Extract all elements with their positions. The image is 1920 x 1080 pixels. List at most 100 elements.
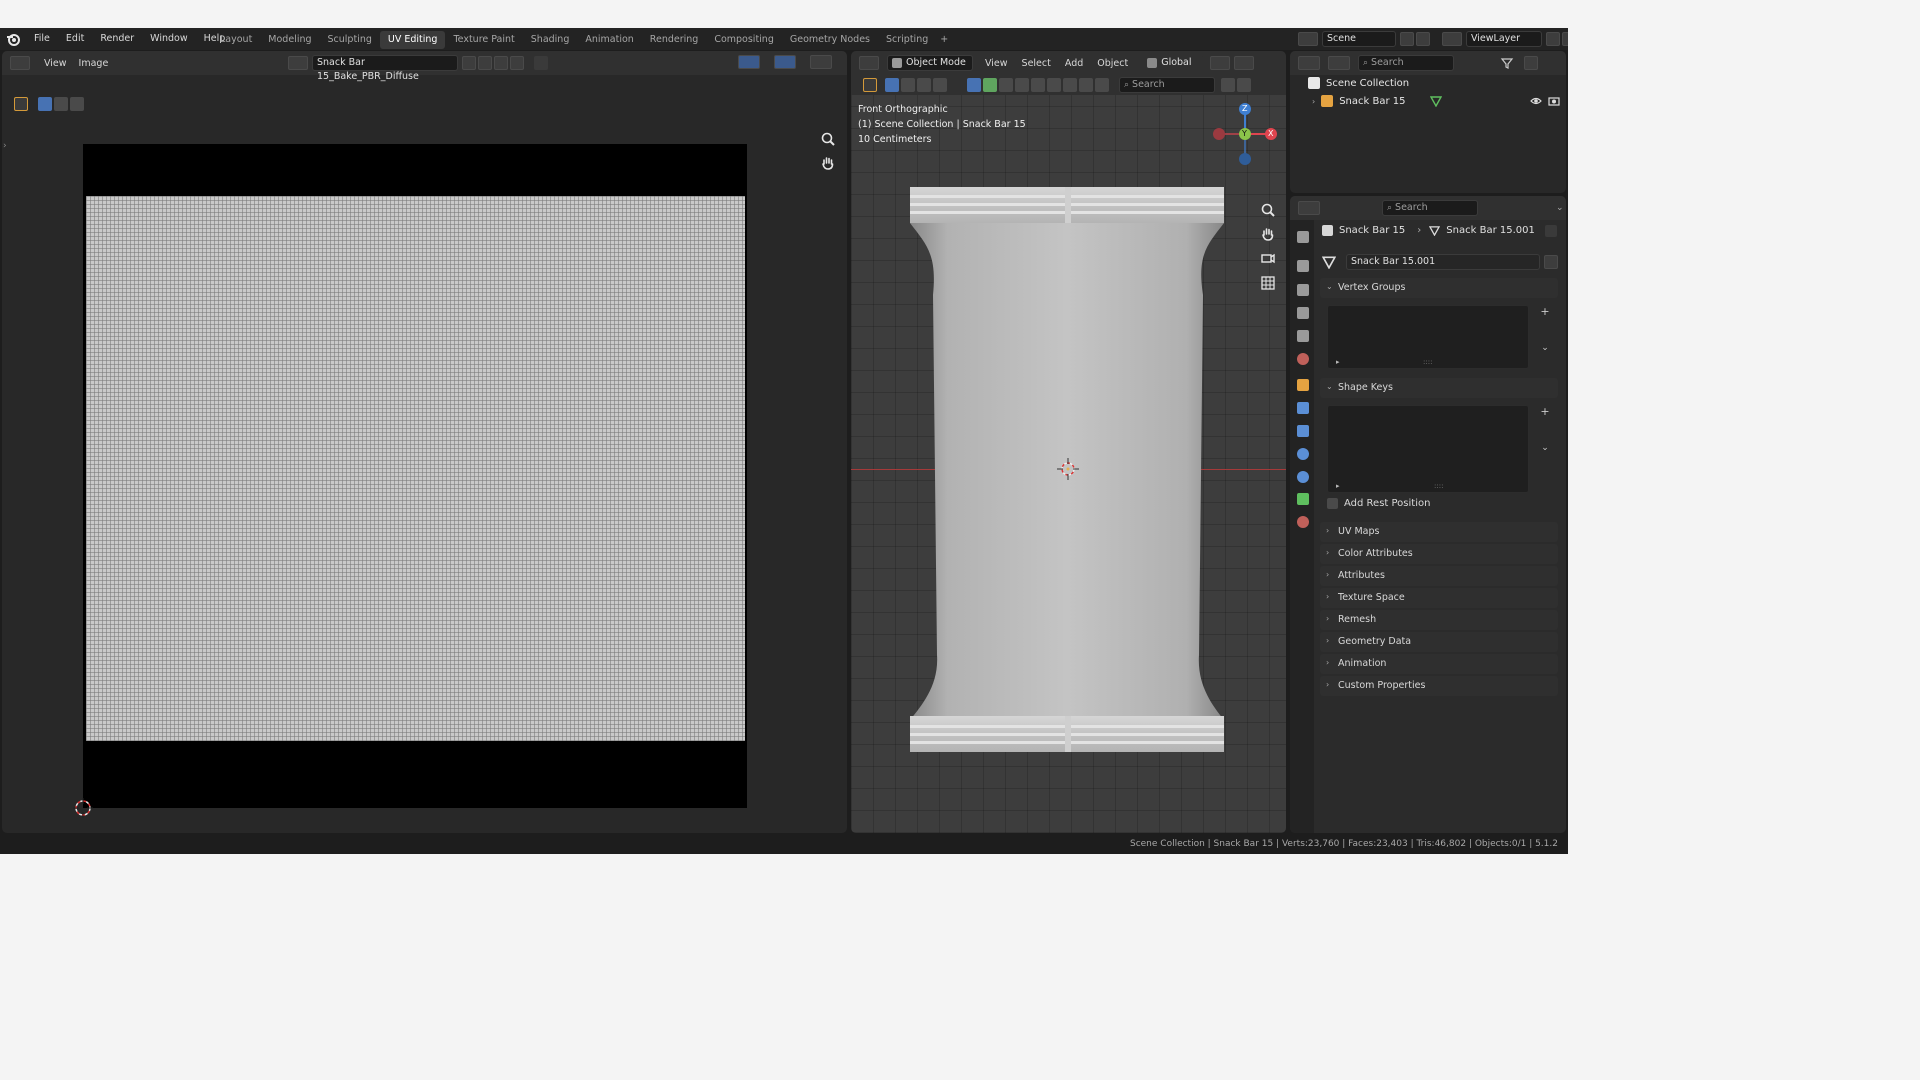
uv-menu-view[interactable]: View <box>44 58 67 69</box>
new-scene-icon[interactable] <box>1400 32 1414 46</box>
add-rest-position-row[interactable]: Add Rest Position <box>1327 498 1430 509</box>
panel-shape-keys[interactable]: ⌄ Shape Keys <box>1320 378 1558 398</box>
navigation-gizmo[interactable]: Z Y X <box>1213 99 1283 169</box>
delete-scene-icon[interactable] <box>1416 32 1430 46</box>
zoom-icon[interactable] <box>820 131 836 147</box>
2d-cursor-icon[interactable] <box>72 797 94 819</box>
fake-user-icon[interactable] <box>462 56 476 70</box>
mesh-data-icon[interactable] <box>1429 95 1442 108</box>
list-expand-icon[interactable]: ▸ <box>1336 358 1340 366</box>
constraints-tab-icon[interactable] <box>1297 471 1309 483</box>
viewport-menu-select[interactable]: Select <box>1022 58 1051 69</box>
xray-icon[interactable] <box>1063 78 1077 92</box>
select-mode-invert-icon[interactable] <box>933 78 947 92</box>
tab-uv-editing[interactable]: UV Editing <box>379 31 446 49</box>
image-browse-icon[interactable] <box>288 56 308 70</box>
gizmo-icon[interactable] <box>1079 78 1093 92</box>
new-image-icon[interactable] <box>478 56 492 70</box>
new-collection-icon[interactable] <box>1524 56 1538 70</box>
blender-logo-icon[interactable] <box>6 32 20 46</box>
viewport-menu-view[interactable]: View <box>985 58 1008 69</box>
shading-material-icon[interactable] <box>1015 78 1029 92</box>
panel-geometry-data[interactable]: › Geometry Data <box>1320 632 1558 652</box>
add-shape-key-button[interactable]: + <box>1538 405 1552 419</box>
panel-animation[interactable]: › Animation <box>1320 654 1558 674</box>
uv-mesh-grid[interactable] <box>86 196 745 741</box>
delete-view-layer-icon[interactable] <box>1562 32 1568 46</box>
panel-custom-properties[interactable]: › Custom Properties <box>1320 676 1558 696</box>
editor-type-icon[interactable] <box>1298 56 1320 70</box>
menu-window[interactable]: Window <box>142 28 195 50</box>
tab-rendering[interactable]: Rendering <box>642 31 707 49</box>
mesh-browse-icon[interactable] <box>1321 255 1342 270</box>
open-image-icon[interactable] <box>494 56 508 70</box>
shading-solid-icon[interactable] <box>983 78 997 92</box>
editor-type-icon[interactable] <box>10 56 30 70</box>
panel-uv-maps[interactable]: › UV Maps <box>1320 522 1558 542</box>
mesh-data-tab-icon[interactable] <box>1297 493 1309 505</box>
camera-render-icon[interactable] <box>1547 95 1560 107</box>
editor-type-icon[interactable] <box>1298 201 1320 215</box>
gizmo-toggle-icon[interactable] <box>738 55 760 69</box>
scene-icon[interactable] <box>1298 32 1318 46</box>
menu-file[interactable]: File <box>26 28 58 50</box>
select-tool-icon[interactable] <box>14 97 28 111</box>
shape-keys-list[interactable]: ▸ :::: <box>1327 405 1529 493</box>
scene-tab-icon[interactable] <box>1297 330 1309 342</box>
object-tab-icon[interactable] <box>1297 379 1309 391</box>
image-name-field[interactable]: Snack Bar 15_Bake_PBR_Diffuse <box>312 55 458 82</box>
camera-view-icon[interactable] <box>1260 250 1276 266</box>
material-tab-icon[interactable] <box>1297 516 1309 528</box>
filter-icon[interactable] <box>1221 78 1235 92</box>
viewport-option-icon[interactable] <box>1095 78 1109 92</box>
viewport-search-field[interactable]: ⌕ Search <box>1119 77 1215 93</box>
select-mode-extend-icon[interactable] <box>54 97 68 111</box>
shading-wire-icon[interactable] <box>999 78 1013 92</box>
vertex-groups-list[interactable]: ▸ :::: <box>1327 305 1529 369</box>
transform-orientation-dropdown[interactable]: Global <box>1142 55 1205 71</box>
outliner-scene-collection[interactable]: Scene Collection <box>1308 77 1409 89</box>
display-mode-icon[interactable] <box>1328 56 1350 70</box>
add-vertex-group-button[interactable]: + <box>1538 305 1552 319</box>
add-rest-position-checkbox[interactable] <box>1327 498 1338 509</box>
outliner-row-snack-bar[interactable]: › Snack Bar 15 <box>1312 93 1562 109</box>
object-mode-dropdown[interactable]: Object Mode <box>887 55 973 71</box>
viewport-pan-icon[interactable] <box>1260 226 1276 242</box>
shape-key-menu-icon[interactable]: ⌄ <box>1538 442 1552 456</box>
menu-edit[interactable]: Edit <box>58 28 92 50</box>
scene-field[interactable]: Scene <box>1322 31 1396 47</box>
filter-icon[interactable] <box>1500 56 1518 70</box>
snap-icon[interactable] <box>1234 56 1255 70</box>
tab-sculpting[interactable]: Sculpting <box>320 31 380 49</box>
vertex-group-menu-icon[interactable]: ⌄ <box>1538 342 1552 356</box>
pin-icon[interactable] <box>1545 225 1557 237</box>
pivot-point-icon[interactable] <box>1210 56 1231 70</box>
add-workspace-button[interactable]: + <box>936 31 952 49</box>
panel-remesh[interactable]: › Remesh <box>1320 610 1558 630</box>
panel-color-attributes[interactable]: › Color Attributes <box>1320 544 1558 564</box>
mesh-name-field[interactable]: Snack Bar 15.001 <box>1346 254 1540 270</box>
modifiers-tab-icon[interactable] <box>1297 402 1309 414</box>
tab-layout[interactable]: Layout <box>212 31 260 49</box>
pin-icon[interactable] <box>534 56 548 70</box>
select-mode-subtract-icon[interactable] <box>70 97 84 111</box>
output-tab-icon[interactable] <box>1297 284 1309 296</box>
tab-modeling[interactable]: Modeling <box>260 31 319 49</box>
select-mode-subtract-icon[interactable] <box>917 78 931 92</box>
menu-render[interactable]: Render <box>92 28 142 50</box>
3d-cursor-icon[interactable] <box>1057 458 1079 480</box>
viewport-canvas[interactable] <box>851 95 1286 833</box>
tool-tab-icon[interactable] <box>1297 231 1309 243</box>
display-channels-icon[interactable] <box>810 55 832 69</box>
ortho-grid-icon[interactable] <box>1260 275 1276 291</box>
viewport-zoom-icon[interactable] <box>1260 202 1276 218</box>
options-chevron-icon[interactable]: ⌄ <box>1556 203 1564 213</box>
outliner-search-field[interactable]: ⌕ Search <box>1358 55 1454 71</box>
tab-animation[interactable]: Animation <box>577 31 641 49</box>
select-mode-new-icon[interactable] <box>885 78 899 92</box>
select-mode-extend-icon[interactable] <box>901 78 915 92</box>
view-layer-field[interactable]: ViewLayer <box>1466 31 1542 47</box>
tab-shading[interactable]: Shading <box>523 31 578 49</box>
fake-user-icon[interactable] <box>1544 255 1558 269</box>
toolbar-expand-icon[interactable]: › <box>3 141 7 151</box>
